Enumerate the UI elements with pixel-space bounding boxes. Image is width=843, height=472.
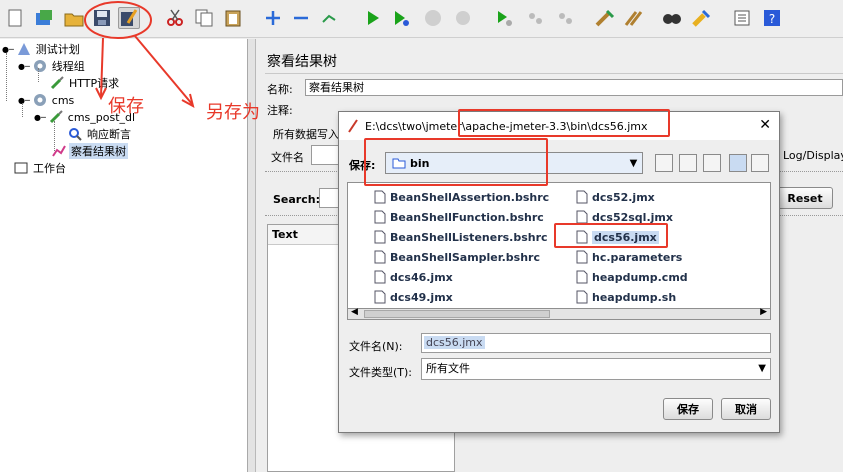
- save-button[interactable]: 保存: [663, 398, 713, 420]
- chevron-down-icon[interactable]: ▼: [625, 153, 642, 173]
- file-icon: [374, 190, 386, 204]
- save-as-annotation: 另存为: [206, 102, 260, 123]
- list-item[interactable]: BeanShellAssertion.bshrc: [374, 189, 549, 205]
- up-folder-icon[interactable]: [655, 154, 673, 172]
- file-icon: [576, 270, 588, 284]
- cancel-button[interactable]: 取消: [721, 398, 771, 420]
- home-icon[interactable]: [679, 154, 697, 172]
- list-view-icon[interactable]: [729, 154, 747, 172]
- filetype-label: 文件类型(T):: [349, 366, 413, 379]
- horizontal-scrollbar[interactable]: ◀ ▶: [347, 307, 771, 320]
- file-icon: [576, 290, 588, 304]
- save-annotation: 保存: [108, 96, 144, 117]
- list-item[interactable]: BeanShellSampler.bshrc: [374, 249, 540, 265]
- file-highlight-box: [554, 223, 668, 248]
- chevron-down-icon[interactable]: ▼: [758, 359, 766, 379]
- list-item[interactable]: dcs52.jmx: [576, 189, 655, 205]
- file-icon: [576, 250, 588, 264]
- file-icon: [576, 190, 588, 204]
- file-icon: [374, 270, 386, 284]
- list-item[interactable]: heapdump.cmd: [576, 269, 688, 285]
- file-icon: [374, 250, 386, 264]
- scroll-right-icon[interactable]: ▶: [760, 307, 767, 317]
- filename-input[interactable]: dcs56.jmx: [421, 333, 771, 353]
- filename-label: 文件名(N):: [349, 340, 403, 353]
- list-item[interactable]: dcs49.jmx: [374, 289, 453, 305]
- scroll-left-icon[interactable]: ◀: [351, 307, 358, 317]
- scrollbar-thumb[interactable]: [364, 310, 550, 318]
- list-item[interactable]: dcs46.jmx: [374, 269, 453, 285]
- close-icon[interactable]: ✕: [759, 117, 771, 133]
- list-item[interactable]: hc.parameters: [576, 249, 682, 265]
- save-highlight-ellipse: [84, 1, 152, 39]
- jmeter-feather-icon: [348, 119, 358, 133]
- new-folder-icon[interactable]: [703, 154, 721, 172]
- filetype-combo[interactable]: 所有文件 ▼: [421, 358, 771, 380]
- file-icon: [374, 290, 386, 304]
- folder-highlight-box: [364, 138, 548, 186]
- file-list[interactable]: BeanShellAssertion.bshrc BeanShellFunctio…: [347, 182, 771, 318]
- details-view-icon[interactable]: [751, 154, 769, 172]
- list-item[interactable]: BeanShellListeners.bshrc: [374, 229, 548, 245]
- file-icon: [576, 210, 588, 224]
- file-icon: [374, 230, 386, 244]
- file-icon: [374, 210, 386, 224]
- path-highlight-box: [458, 109, 670, 137]
- list-item[interactable]: heapdump.sh: [576, 289, 676, 305]
- list-item[interactable]: BeanShellFunction.bshrc: [374, 209, 544, 225]
- save-arrow: [100, 37, 104, 97]
